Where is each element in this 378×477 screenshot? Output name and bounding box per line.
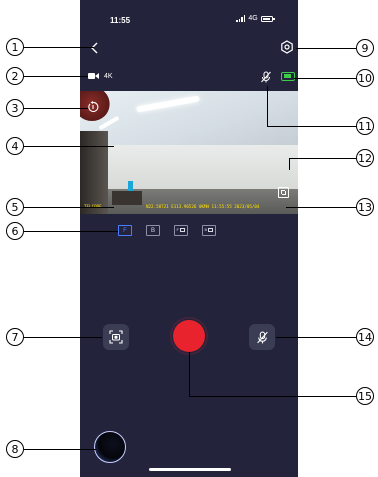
tab-back-pip[interactable]: B [202,225,216,236]
leader-line [189,352,190,396]
chevron-left-icon[interactable] [88,40,102,56]
gear-icon[interactable] [280,40,294,54]
pip-back-label: B [204,227,208,232]
annotated-screenshot: 11:55 4G 4K N22.58721 E113.96526 0KMH 11… [0,0,378,477]
pip-inset [180,228,185,232]
callout-3: 3 [6,99,24,117]
album-thumbnail[interactable] [94,431,126,463]
callout-14: 14 [356,328,374,346]
callout-7: 7 [6,328,24,346]
video-shadow [80,131,108,214]
rotate-icon[interactable] [87,101,99,113]
leader-line [24,207,114,208]
pip-inset [208,228,213,232]
status-time: 11:55 [110,16,131,25]
leader-line [189,396,356,397]
video-wall [108,145,298,189]
live-video-view[interactable]: TELCODE N22.58721 E113.96526 0KMH 11:55:… [80,91,298,214]
leader-line [267,126,356,127]
tab-back[interactable]: B [146,225,160,236]
tab-front[interactable]: F [118,225,132,236]
callout-5: 5 [6,198,24,216]
mic-off-icon [256,331,268,343]
leader-line [296,48,356,49]
leader-line [24,76,88,77]
leader-line [24,231,118,232]
signal-icon [236,15,246,22]
battery-icon [260,15,275,22]
callout-9: 9 [356,39,374,57]
video-camera-icon [88,73,99,79]
callout-15: 15 [356,387,374,405]
callout-1: 1 [6,38,24,56]
tab-front-pip[interactable]: F [174,225,188,236]
snapshot-button[interactable] [103,324,129,350]
pip-front-label: F [176,227,179,232]
camera-info: 4K [88,72,113,80]
callout-6: 6 [6,222,24,240]
leader-line [294,78,356,79]
callout-13: 13 [356,198,374,216]
leader-line [24,47,94,48]
mic-toggle-button[interactable] [249,324,275,350]
callout-12: 12 [356,149,374,167]
device-battery-icon [281,72,295,81]
leader-line [289,158,356,159]
callout-8: 8 [6,440,24,458]
leader-line [24,108,88,109]
osd-info: N22.58721 E113.96526 0KMH 11:55:55 2023/… [146,204,260,209]
callout-2: 2 [6,67,24,85]
phone-screen: 11:55 4G 4K N22.58721 E113.96526 0KMH 11… [80,0,298,477]
leader-line [286,207,356,208]
video-box [112,191,142,205]
leader-line [24,337,102,338]
leader-line [289,158,290,170]
home-indicator [149,468,231,471]
status-indicators: 4G [236,15,275,22]
view-tabs: F B F B [118,225,216,236]
leader-line [276,337,356,338]
callout-11: 11 [356,117,374,135]
camera-snapshot-icon [109,330,123,344]
mic-off-icon [261,71,271,83]
pip-back-icon: B [203,226,215,235]
callout-4: 4 [6,137,24,155]
record-button[interactable] [173,320,205,352]
fullscreen-icon[interactable] [278,187,289,198]
resolution-label: 4K [104,72,113,80]
leader-line [267,86,268,126]
callout-10: 10 [356,69,374,87]
pip-front-icon: F [175,226,187,235]
leader-line [24,449,96,450]
leader-line [24,146,114,147]
network-type: 4G [248,15,258,22]
